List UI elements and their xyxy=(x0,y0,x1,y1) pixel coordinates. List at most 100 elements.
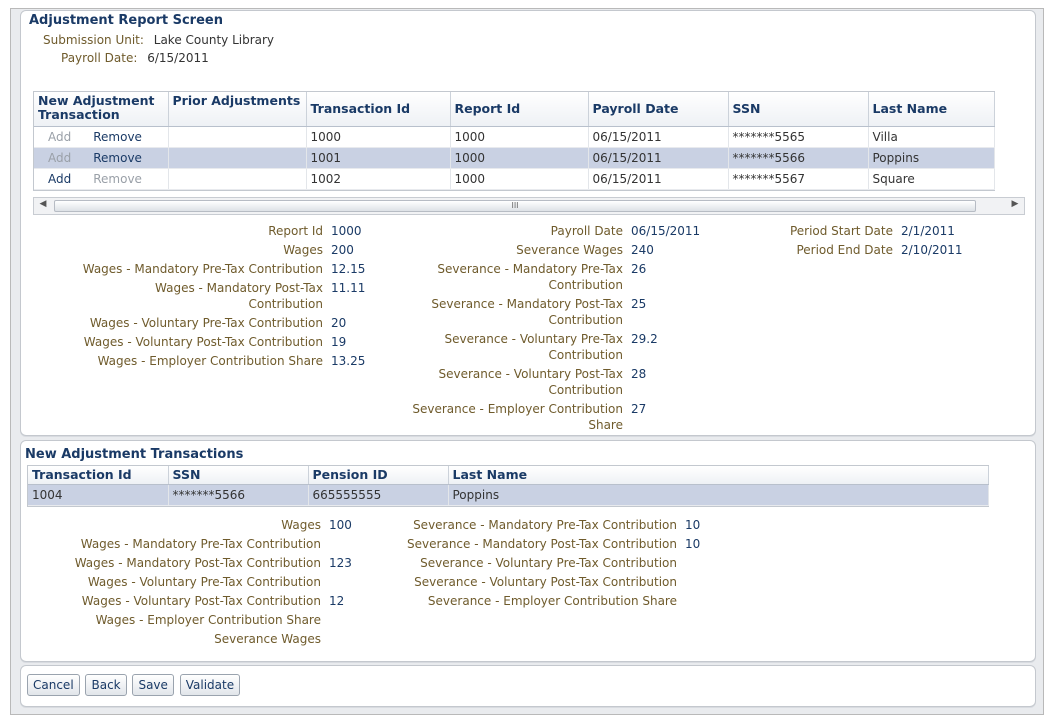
new-detail-column-2: Severance - Mandatory Pre-Tax Contributi… xyxy=(371,517,711,612)
ssn-cell: *******5566 xyxy=(728,147,869,169)
field-label: Severance - Voluntary Post-Tax Contribut… xyxy=(438,367,623,397)
last-name-cell: Square xyxy=(868,168,995,190)
field-label: Report Id xyxy=(268,224,323,238)
payroll-date-cell: 06/15/2011 xyxy=(588,168,729,190)
horizontal-scrollbar[interactable]: ◀ III ▶ xyxy=(33,197,1025,215)
remove-link[interactable]: Remove xyxy=(93,172,142,186)
field-label: Severance - Mandatory Pre-Tax Contributi… xyxy=(413,518,677,532)
ssn-cell: *******5566 xyxy=(168,484,309,506)
submission-unit-row: Submission Unit: Lake County Library xyxy=(43,33,274,47)
field-row: Wages - Mandatory Post-Tax Contribution 1… xyxy=(29,555,369,571)
field-row: Payroll Date 06/15/2011 xyxy=(359,223,719,239)
field-value: 19 xyxy=(331,335,347,349)
save-button[interactable]: Save xyxy=(132,674,174,696)
col-header-last-name[interactable]: Last Name xyxy=(868,92,995,127)
new-adjustments-title: New Adjustment Transactions xyxy=(25,447,244,462)
field-row: Severance - Voluntary Pre-Tax Contributi… xyxy=(371,555,711,571)
prior-adjustments-cell xyxy=(168,168,307,190)
page-title: Adjustment Report Screen xyxy=(29,13,223,28)
table-row[interactable]: Add Remove 1001 1000 06/15/2011 *******5566 Po… xyxy=(34,147,995,169)
field-value: 100 xyxy=(329,518,352,532)
field-row: Severance Wages 240 xyxy=(359,242,719,258)
table-row[interactable]: Add Remove 1002 1000 06/15/2011 *******5567 Sq… xyxy=(34,168,995,190)
col-header-payroll-date[interactable]: Payroll Date xyxy=(588,92,729,127)
field-row: Wages - Voluntary Pre-Tax Contribution 20 xyxy=(39,315,379,331)
payroll-date-value: 6/15/2011 xyxy=(147,51,209,65)
field-row: Severance - Mandatory Pre-Tax Contributi… xyxy=(371,517,711,533)
add-link[interactable]: Add xyxy=(48,130,71,144)
back-button[interactable]: Back xyxy=(85,674,127,696)
field-label: Severance - Mandatory Pre-Tax Contributi… xyxy=(437,262,623,292)
detail-column-2: Payroll Date 06/15/2011 Severance Wages 240… xyxy=(359,223,719,436)
field-label: Wages - Employer Contribution Share xyxy=(95,613,321,627)
prior-adjustments-cell xyxy=(168,126,307,148)
field-label: Wages - Employer Contribution Share xyxy=(97,354,323,368)
field-label: Wages xyxy=(281,518,321,532)
last-name-cell: Poppins xyxy=(448,484,989,506)
transaction-id-cell: 1004 xyxy=(28,484,169,506)
scroll-left-icon[interactable]: ◀ xyxy=(36,199,50,209)
transaction-id-cell: 1002 xyxy=(306,168,451,190)
remove-link[interactable]: Remove xyxy=(93,151,142,165)
field-row: Severance - Mandatory Post-Tax Contribut… xyxy=(371,536,711,552)
field-label: Wages xyxy=(283,243,323,257)
add-link[interactable]: Add xyxy=(48,151,71,165)
col-header-pension-id[interactable]: Pension ID xyxy=(308,466,449,485)
field-value xyxy=(677,555,685,571)
field-value xyxy=(321,631,329,647)
new-adjustments-table-container: Transaction Id SSN Pension ID Last Name … xyxy=(27,465,989,507)
col-header-new-adjustment[interactable]: New Adjustment Transaction xyxy=(34,92,169,127)
field-row: Wages 100 xyxy=(29,517,369,533)
field-row: Severance Wages xyxy=(29,631,369,647)
report-id-cell: 1000 xyxy=(450,168,589,190)
field-label: Wages - Mandatory Post-Tax Contribution xyxy=(155,281,323,311)
add-link[interactable]: Add xyxy=(48,172,71,186)
report-id-cell: 1000 xyxy=(450,126,589,148)
col-header-report-id[interactable]: Report Id xyxy=(450,92,589,127)
field-value: 28 xyxy=(631,367,647,381)
scroll-right-icon[interactable]: ▶ xyxy=(1008,199,1022,209)
field-row: Wages - Employer Contribution Share xyxy=(29,612,369,628)
new-adjustments-header-row: Transaction Id SSN Pension ID Last Name xyxy=(28,466,989,485)
transaction-id-cell: 1001 xyxy=(306,147,451,169)
field-row: Wages - Mandatory Pre-Tax Contribution 12… xyxy=(39,261,379,277)
payroll-date-cell: 06/15/2011 xyxy=(588,147,729,169)
field-label: Severance - Employer Contribution Share xyxy=(427,594,677,608)
validate-button[interactable]: Validate xyxy=(179,674,241,696)
cancel-button[interactable]: Cancel xyxy=(27,674,80,696)
field-label: Severance - Mandatory Post-Tax Contribut… xyxy=(431,297,623,327)
field-value xyxy=(321,536,329,552)
table-row[interactable]: Add Remove 1000 1000 06/15/2011 *******5565 Vi… xyxy=(34,126,995,148)
action-bar: Cancel Back Save Validate xyxy=(20,665,1036,707)
col-header-transaction-id[interactable]: Transaction Id xyxy=(28,466,169,485)
field-label: Wages - Voluntary Post-Tax Contribution xyxy=(83,335,323,349)
col-header-ssn[interactable]: SSN xyxy=(728,92,869,127)
field-value: 25 xyxy=(631,297,647,311)
field-label: Period End Date xyxy=(796,243,893,257)
field-row: Wages - Voluntary Post-Tax Contribution 1… xyxy=(29,593,369,609)
field-row: Period End Date 2/10/2011 xyxy=(741,242,1001,258)
field-row: Severance - Mandatory Post-Tax Contribut… xyxy=(359,296,719,328)
remove-link[interactable]: Remove xyxy=(93,130,142,144)
field-label: Severance Wages xyxy=(214,632,321,646)
col-header-last-name[interactable]: Last Name xyxy=(448,466,989,485)
field-label: Wages - Voluntary Pre-Tax Contribution xyxy=(87,575,321,589)
scroll-thumb[interactable]: III xyxy=(54,200,976,212)
field-label: Severance - Mandatory Post-Tax Contribut… xyxy=(407,537,677,551)
field-value xyxy=(321,574,329,590)
field-label: Severance - Voluntary Post-Tax Contribut… xyxy=(414,575,677,589)
col-header-transaction-id[interactable]: Transaction Id xyxy=(306,92,451,127)
col-header-prior-adjustments[interactable]: Prior Adjustments xyxy=(168,92,307,127)
new-detail-column-1: Wages 100 Wages - Mandatory Pre-Tax Contri… xyxy=(29,517,369,650)
field-row: Severance - Voluntary Post-Tax Contribut… xyxy=(371,574,711,590)
field-label: Wages - Voluntary Post-Tax Contribution xyxy=(81,594,321,608)
col-header-ssn[interactable]: SSN xyxy=(168,466,309,485)
field-label: Period Start Date xyxy=(789,224,893,238)
field-label: Severance - Employer Contribution Share xyxy=(412,402,623,432)
field-row: Severance - Employer Contribution Share 2… xyxy=(359,401,719,433)
field-label: Wages - Mandatory Pre-Tax Contribution xyxy=(82,262,323,276)
field-row: Severance - Employer Contribution Share xyxy=(371,593,711,609)
payroll-date-cell: 06/15/2011 xyxy=(588,126,729,148)
table-row[interactable]: 1004 *******5566 665555555 Poppins xyxy=(28,484,989,506)
field-value: 10 xyxy=(685,518,701,532)
